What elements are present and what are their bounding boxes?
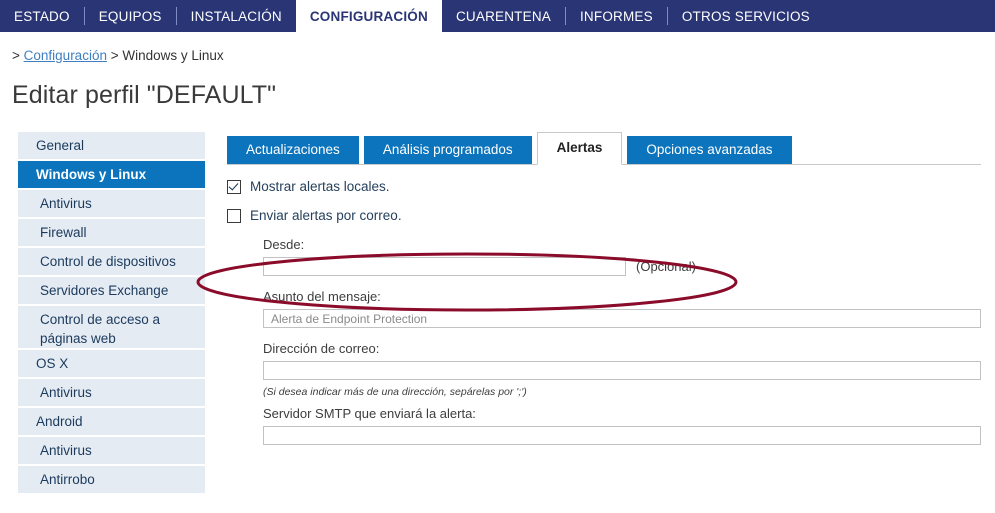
page-title: Editar perfil "DEFAULT" xyxy=(12,81,277,109)
sidebar-item-control-de-dispositivos[interactable]: Control de dispositivos xyxy=(18,248,205,277)
mail-settings-block: Desde: (Opcional) Asunto del mensaje: Di… xyxy=(263,237,981,445)
main-layout: General Windows y Linux Antivirus Firewa… xyxy=(0,132,995,495)
nav-item-informes[interactable]: INFORMES xyxy=(566,0,667,32)
smtp-field-label: Servidor SMTP que enviará la alerta: xyxy=(263,406,476,421)
tab-actualizaciones[interactable]: Actualizaciones xyxy=(227,136,359,164)
breadcrumb: > Configuración > Windows y Linux xyxy=(12,48,995,63)
breadcrumb-current: Windows y Linux xyxy=(122,48,224,63)
send-mail-alerts-row: Enviar alertas por correo. xyxy=(227,208,981,223)
email-input[interactable] xyxy=(263,361,981,380)
nav-item-configuracion[interactable]: CONFIGURACIÓN xyxy=(295,0,442,32)
sidebar-item-firewall[interactable]: Firewall xyxy=(18,219,205,248)
from-input[interactable] xyxy=(263,257,626,276)
main-navigation-bar: ESTADO EQUIPOS INSTALACIÓN CONFIGURACIÓN… xyxy=(0,0,995,32)
subject-input[interactable] xyxy=(263,309,981,328)
nav-item-cuarentena[interactable]: CUARENTENA xyxy=(442,0,565,32)
send-mail-alerts-checkbox[interactable] xyxy=(227,208,241,223)
from-field-label: Desde: xyxy=(263,237,305,252)
sidebar-item-antivirus-windows[interactable]: Antivirus xyxy=(18,190,205,219)
sidebar-item-servidores-exchange[interactable]: Servidores Exchange xyxy=(18,277,205,306)
tab-analisis-programados[interactable]: Análisis programados xyxy=(363,136,532,164)
sidebar-item-general[interactable]: General xyxy=(18,132,205,161)
subject-field-label: Asunto del mensaje: xyxy=(263,289,381,304)
show-local-alerts-row: Mostrar alertas locales. xyxy=(227,179,981,194)
send-mail-alerts-label: Enviar alertas por correo. xyxy=(250,208,402,223)
show-local-alerts-checkbox[interactable] xyxy=(227,179,241,194)
sidebar-item-os-x[interactable]: OS X xyxy=(18,350,205,379)
sidebar-item-android[interactable]: Android xyxy=(18,408,205,437)
sidebar-item-antirrobo[interactable]: Antirrobo xyxy=(18,466,205,495)
content-pane: Actualizaciones Análisis programados Ale… xyxy=(227,132,981,445)
tab-strip: Actualizaciones Análisis programados Ale… xyxy=(227,132,981,165)
sidebar-item-windows-y-linux[interactable]: Windows y Linux xyxy=(18,161,205,190)
email-field-label: Dirección de correo: xyxy=(263,341,380,356)
sidebar-item-antivirus-android[interactable]: Antivirus xyxy=(18,437,205,466)
nav-item-estado[interactable]: ESTADO xyxy=(0,0,84,32)
sidebar-item-antivirus-osx[interactable]: Antivirus xyxy=(18,379,205,408)
breadcrumb-link-configuracion[interactable]: Configuración xyxy=(24,48,107,63)
nav-item-instalacion[interactable]: INSTALACIÓN xyxy=(177,0,296,32)
breadcrumb-prefix: > xyxy=(12,48,20,63)
smtp-input[interactable] xyxy=(263,426,981,445)
settings-sidebar: General Windows y Linux Antivirus Firewa… xyxy=(18,132,205,495)
alerts-form: Mostrar alertas locales. Enviar alertas … xyxy=(227,165,981,445)
tab-opciones-avanzadas[interactable]: Opciones avanzadas xyxy=(627,136,792,164)
breadcrumb-separator: > xyxy=(110,48,119,63)
from-optional-note: (Opcional) xyxy=(636,259,696,274)
nav-item-equipos[interactable]: EQUIPOS xyxy=(85,0,176,32)
email-hint: (Si desea indicar más de una dirección, … xyxy=(263,386,527,398)
nav-item-otros-servicios[interactable]: OTROS SERVICIOS xyxy=(668,0,824,32)
tab-alertas[interactable]: Alertas xyxy=(536,132,623,165)
from-field-row: (Opcional) xyxy=(263,257,981,276)
show-local-alerts-label: Mostrar alertas locales. xyxy=(250,179,390,194)
sidebar-item-control-de-acceso-a-paginas-web[interactable]: Control de acceso a páginas web xyxy=(18,306,205,350)
